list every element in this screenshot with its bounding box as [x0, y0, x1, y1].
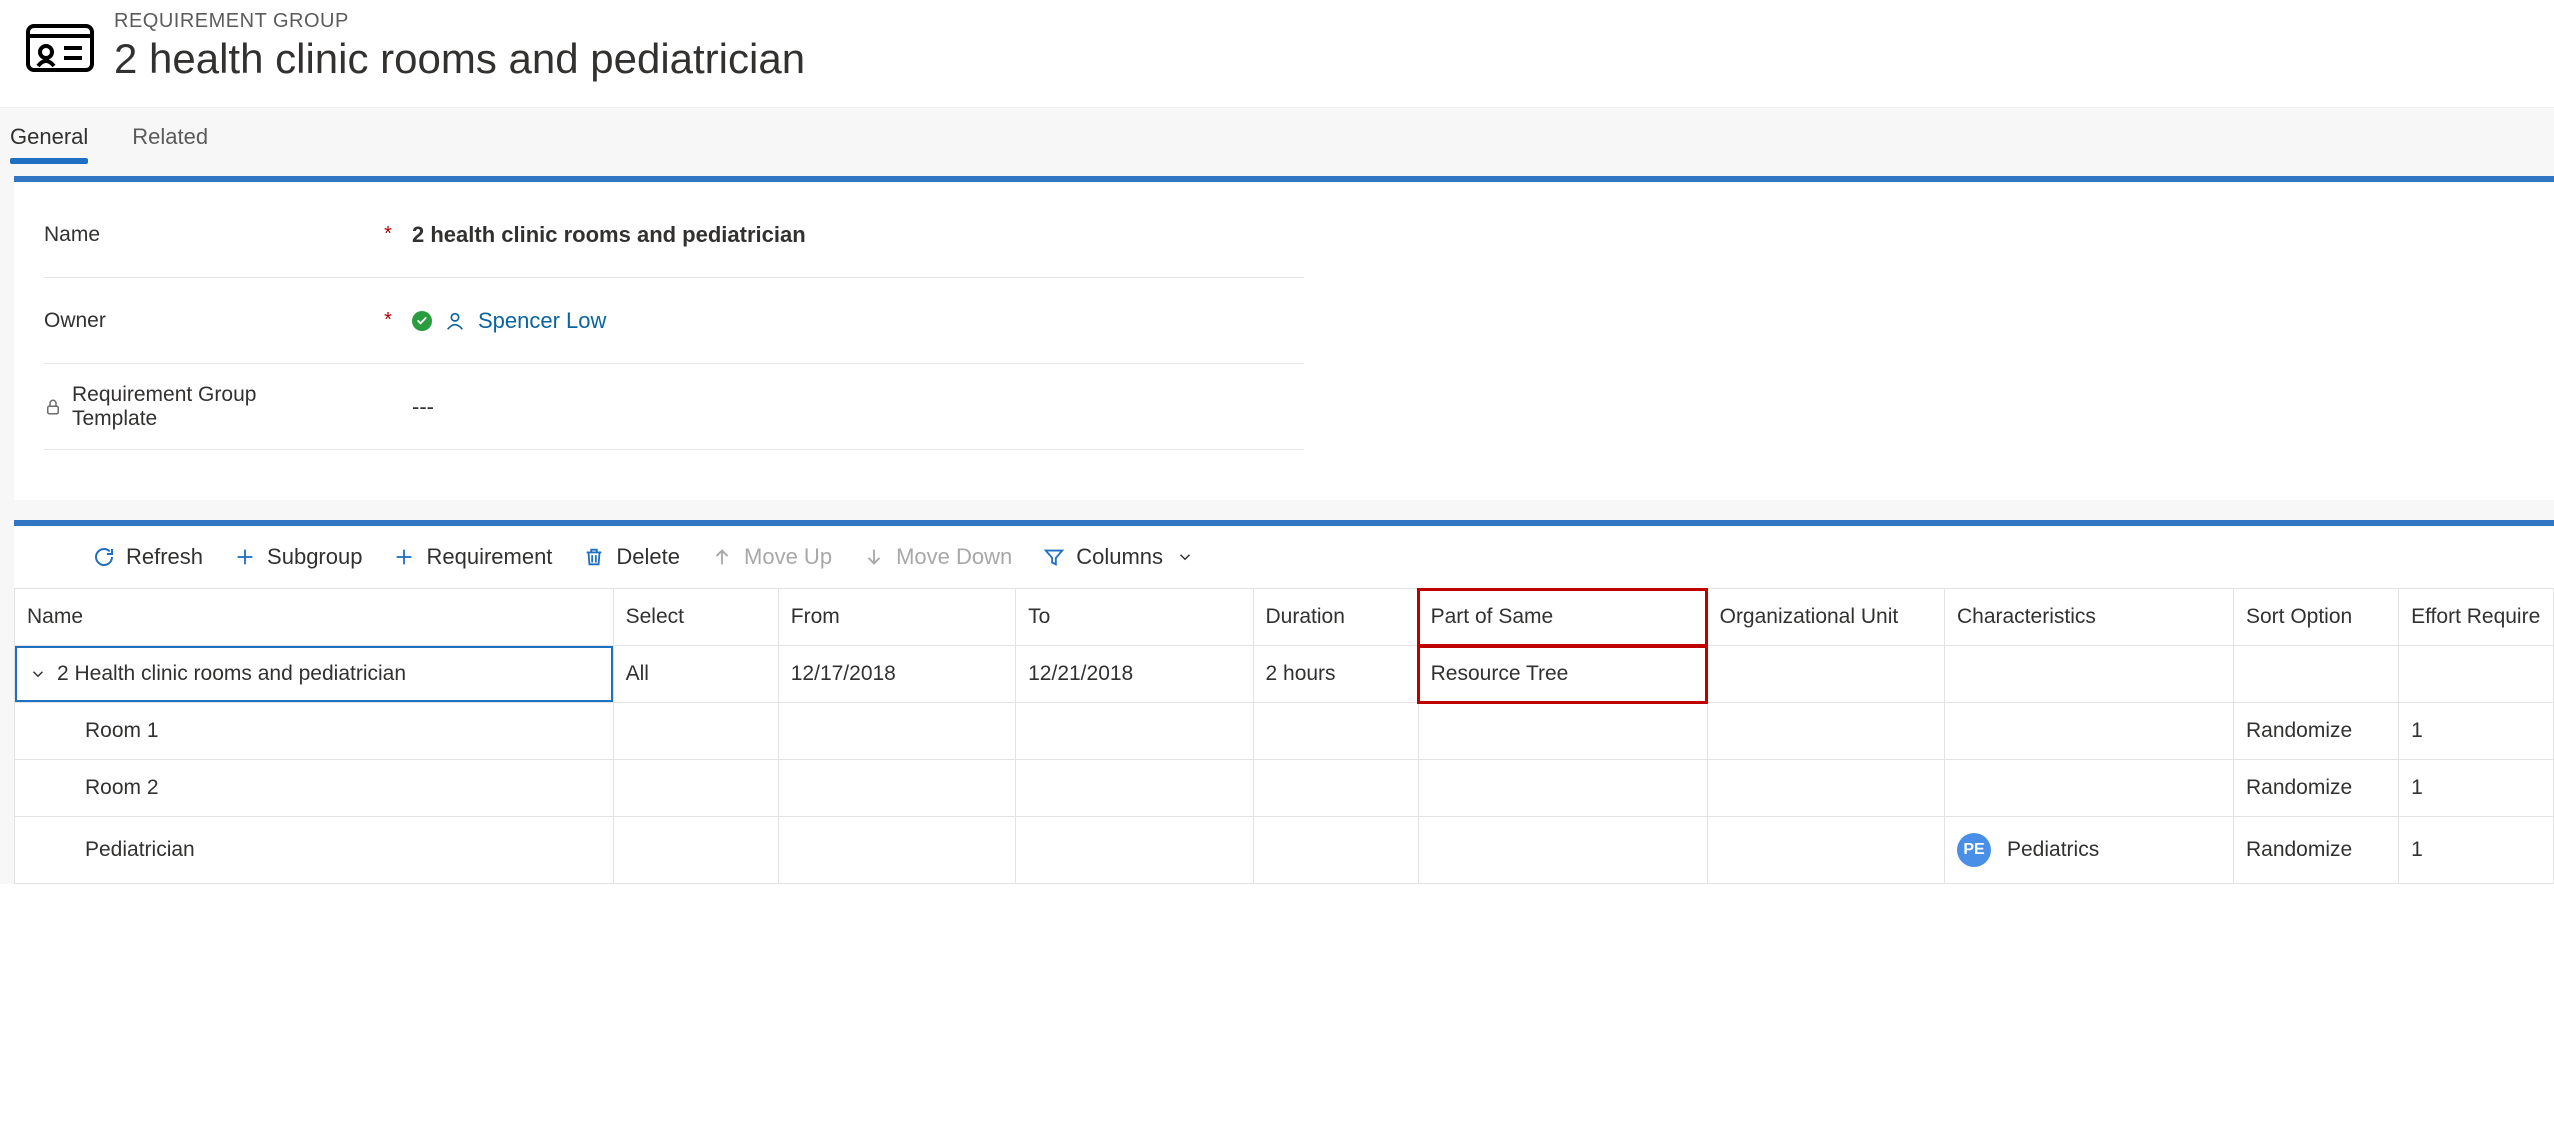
requirements-table: Name Select From To Duration Part of Sam…: [14, 588, 2554, 884]
cell-effort[interactable]: 1: [2399, 817, 2554, 884]
table-row[interactable]: Room 2 Randomize 1: [15, 760, 2554, 817]
cell-to[interactable]: [1016, 817, 1253, 884]
cell-sort[interactable]: [2233, 646, 2398, 703]
cell-characteristics[interactable]: PE Pediatrics: [1944, 817, 2233, 884]
cell-effort[interactable]: [2399, 646, 2554, 703]
tab-related[interactable]: Related: [132, 108, 208, 162]
tab-general[interactable]: General: [10, 108, 88, 162]
characteristic-avatar: PE: [1957, 833, 1991, 867]
cell-select[interactable]: [613, 760, 778, 817]
cell-characteristics[interactable]: [1944, 760, 2233, 817]
field-value-name[interactable]: 2 health clinic rooms and pediatrician: [412, 222, 1304, 248]
cell-name: 2 Health clinic rooms and pediatrician: [57, 662, 406, 686]
characteristic-label: Pediatrics: [2007, 838, 2099, 862]
cell-from[interactable]: [778, 817, 1015, 884]
trash-icon: [582, 545, 606, 569]
cell-sort[interactable]: Randomize: [2233, 817, 2398, 884]
cell-from[interactable]: [778, 760, 1015, 817]
cell-from[interactable]: [778, 703, 1015, 760]
cell-duration[interactable]: [1253, 703, 1418, 760]
cell-part-of-same[interactable]: [1418, 760, 1707, 817]
col-part-of-same[interactable]: Part of Same: [1418, 589, 1707, 646]
required-indicator: *: [376, 309, 400, 332]
columns-button[interactable]: Columns: [1042, 544, 1197, 570]
cell-org-unit[interactable]: [1707, 817, 1944, 884]
cell-select[interactable]: [613, 703, 778, 760]
cell-duration[interactable]: [1253, 760, 1418, 817]
form-panel: Name * 2 health clinic rooms and pediatr…: [14, 176, 2554, 500]
filter-icon: [1042, 545, 1066, 569]
refresh-button[interactable]: Refresh: [92, 544, 203, 570]
chevron-down-icon: [1173, 545, 1197, 569]
cell-org-unit[interactable]: [1707, 760, 1944, 817]
col-from[interactable]: From: [778, 589, 1015, 646]
person-icon: [444, 310, 466, 332]
table-row[interactable]: Pediatrician PE Pediatrics Randomize 1: [15, 817, 2554, 884]
col-characteristics[interactable]: Characteristics: [1944, 589, 2233, 646]
cell-duration[interactable]: 2 hours: [1253, 646, 1418, 703]
owner-link[interactable]: Spencer Low: [478, 308, 606, 334]
field-label-template: Requirement Group Template: [72, 383, 332, 431]
table-row[interactable]: Room 1 Randomize 1: [15, 703, 2554, 760]
page-header: REQUIREMENT GROUP 2 health clinic rooms …: [0, 0, 2554, 107]
entity-icon: [24, 10, 96, 82]
field-value-template: ---: [412, 394, 1304, 420]
arrow-down-icon: [862, 545, 886, 569]
plus-icon: [233, 545, 257, 569]
cell-effort[interactable]: 1: [2399, 760, 2554, 817]
col-to[interactable]: To: [1016, 589, 1253, 646]
cell-org-unit[interactable]: [1707, 646, 1944, 703]
cell-name: Room 1: [85, 719, 159, 743]
table-row[interactable]: 2 Health clinic rooms and pediatrician A…: [15, 646, 2554, 703]
plus-icon: [392, 545, 416, 569]
cell-select[interactable]: All: [613, 646, 778, 703]
tab-bar: General Related: [0, 107, 2554, 162]
field-label-name: Name: [44, 223, 100, 247]
cell-sort[interactable]: Randomize: [2233, 760, 2398, 817]
cell-sort[interactable]: Randomize: [2233, 703, 2398, 760]
cell-to[interactable]: 12/21/2018: [1016, 646, 1253, 703]
grid-panel: Refresh Subgroup Requirement: [14, 520, 2554, 884]
cell-part-of-same[interactable]: Resource Tree: [1418, 646, 1707, 703]
field-row-template: Requirement Group Template ---: [44, 364, 1304, 450]
requirement-button[interactable]: Requirement: [392, 544, 552, 570]
field-row-name: Name * 2 health clinic rooms and pediatr…: [44, 192, 1304, 278]
arrow-up-icon: [710, 545, 734, 569]
cell-part-of-same[interactable]: [1418, 817, 1707, 884]
cell-org-unit[interactable]: [1707, 703, 1944, 760]
refresh-icon: [92, 545, 116, 569]
col-sort-option[interactable]: Sort Option: [2233, 589, 2398, 646]
cell-to[interactable]: [1016, 760, 1253, 817]
move-up-button: Move Up: [710, 544, 832, 570]
lock-icon: [44, 398, 62, 416]
cell-effort[interactable]: 1: [2399, 703, 2554, 760]
field-label-owner: Owner: [44, 309, 106, 333]
cell-name: Pediatrician: [85, 838, 195, 862]
chevron-down-icon[interactable]: [27, 663, 49, 685]
field-row-owner: Owner * Spencer Low: [44, 278, 1304, 364]
cell-select[interactable]: [613, 817, 778, 884]
cell-from[interactable]: 12/17/2018: [778, 646, 1015, 703]
field-value-owner[interactable]: Spencer Low: [412, 308, 1304, 334]
cell-characteristics[interactable]: [1944, 703, 2233, 760]
page-title: 2 health clinic rooms and pediatrician: [114, 35, 805, 83]
cell-characteristics[interactable]: [1944, 646, 2233, 703]
move-down-button: Move Down: [862, 544, 1012, 570]
subgroup-button[interactable]: Subgroup: [233, 544, 362, 570]
grid-toolbar: Refresh Subgroup Requirement: [14, 526, 2554, 588]
entity-type-label: REQUIREMENT GROUP: [114, 10, 805, 33]
col-effort[interactable]: Effort Require: [2399, 589, 2554, 646]
cell-to[interactable]: [1016, 703, 1253, 760]
cell-duration[interactable]: [1253, 817, 1418, 884]
cell-name: Room 2: [85, 776, 159, 800]
table-header-row: Name Select From To Duration Part of Sam…: [15, 589, 2554, 646]
delete-button[interactable]: Delete: [582, 544, 680, 570]
required-indicator: *: [376, 223, 400, 246]
col-name[interactable]: Name: [15, 589, 614, 646]
col-duration[interactable]: Duration: [1253, 589, 1418, 646]
col-org-unit[interactable]: Organizational Unit: [1707, 589, 1944, 646]
presence-available-icon: [412, 311, 432, 331]
cell-part-of-same[interactable]: [1418, 703, 1707, 760]
col-select[interactable]: Select: [613, 589, 778, 646]
